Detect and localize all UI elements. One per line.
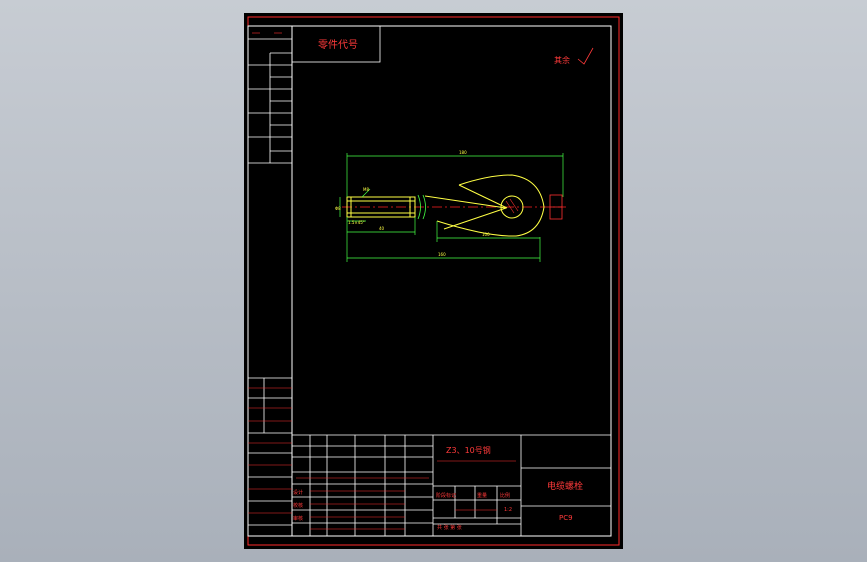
eye-section: [549, 194, 563, 220]
left-strip-table-top: [248, 38, 292, 164]
drawing-number: PC9: [559, 514, 573, 522]
drawing-canvas: 零件代号 其余 180 160 40 100 M8 Φ8 1.5×45° Z3、…: [247, 16, 620, 546]
design-label: 设计: [293, 489, 303, 496]
dim-shank-length: 40: [379, 226, 385, 231]
part-name: 电缆螺栓: [547, 480, 583, 492]
bolt-eye: [424, 174, 545, 237]
scale-value: 1:2: [504, 507, 512, 513]
weight-label: 重量: [477, 492, 487, 499]
dim-thread: M8: [363, 187, 369, 192]
material-label: Z3、10号钢: [446, 445, 491, 455]
eye-hatch: [505, 198, 519, 214]
dim-overall-bottom: 160: [438, 252, 446, 257]
review-label: 审核: [293, 515, 303, 522]
stage-mark-label: 阶段标记: [436, 492, 456, 499]
dim-overall-top: 180: [459, 150, 467, 155]
roughness-note: 其余: [554, 55, 570, 65]
dimension-lines: [339, 153, 564, 262]
outer-border: [247, 16, 620, 546]
left-strip-bottom-red: [248, 387, 292, 514]
inner-frame: [291, 25, 612, 537]
scale-label: 比例: [500, 492, 510, 499]
roughness-symbol-icon: [577, 47, 594, 65]
dim-eye-length: 100: [482, 232, 490, 237]
left-strip-table-bottom: [248, 377, 292, 526]
dim-diameter: Φ8: [335, 206, 341, 211]
part-code-label: 零件代号: [318, 39, 358, 51]
dim-chamfer: 1.5×45°: [348, 220, 365, 225]
sheet-info: 共 张 第 张: [437, 524, 462, 531]
check-label: 校核: [293, 502, 303, 509]
drawing-sheet: 零件代号 其余 180 160 40 100 M8 Φ8 1.5×45° Z3、…: [244, 13, 623, 549]
